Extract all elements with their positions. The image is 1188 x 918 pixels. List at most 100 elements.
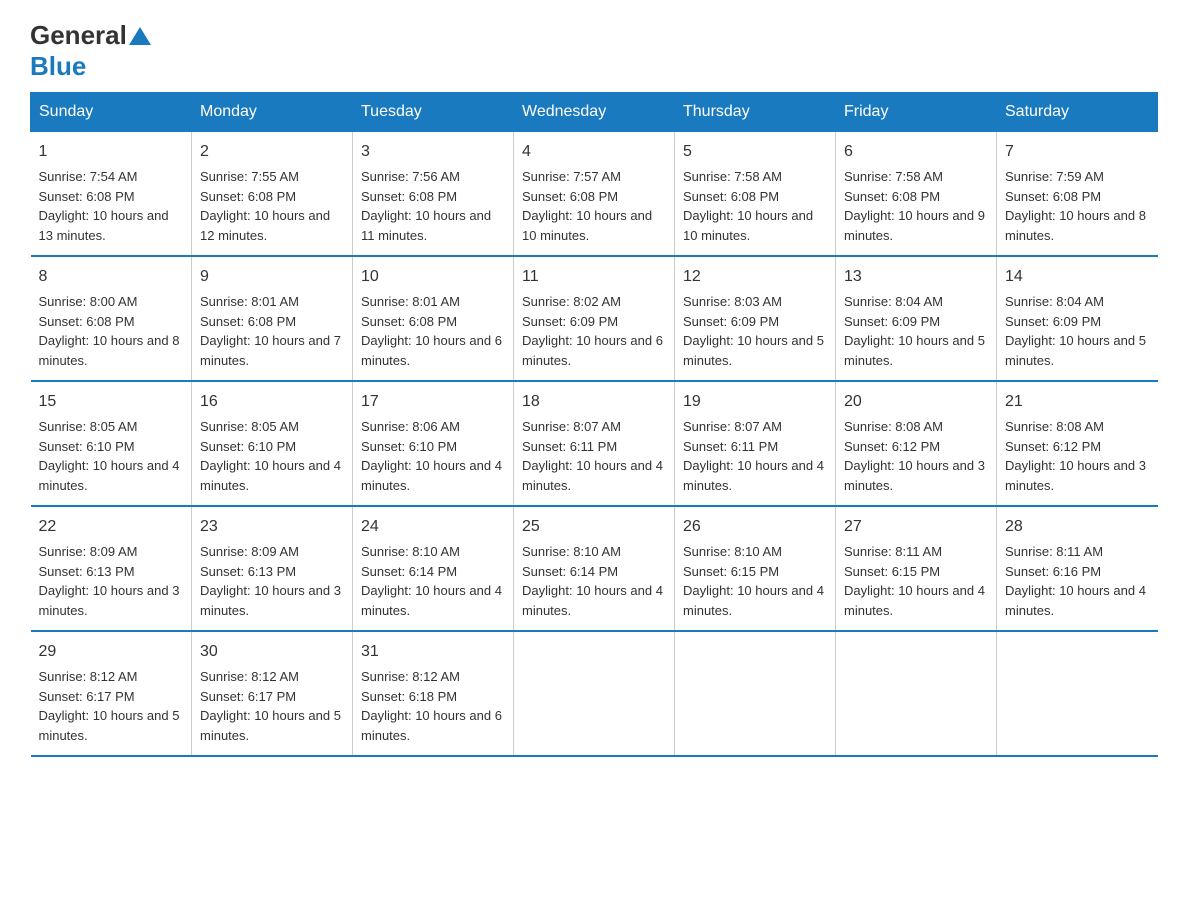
day-number: 23 <box>200 515 344 539</box>
sunset-text: Sunset: 6:15 PM <box>683 564 779 579</box>
day-number: 16 <box>200 390 344 414</box>
calendar-cell: 31Sunrise: 8:12 AMSunset: 6:18 PMDayligh… <box>353 631 514 756</box>
sunrise-text: Sunrise: 8:09 AM <box>39 544 138 559</box>
day-number: 21 <box>1005 390 1150 414</box>
day-number: 4 <box>522 140 666 164</box>
day-number: 10 <box>361 265 505 289</box>
daylight-text: Daylight: 10 hours and 5 minutes. <box>844 333 985 368</box>
calendar-cell: 12Sunrise: 8:03 AMSunset: 6:09 PMDayligh… <box>675 256 836 381</box>
sunset-text: Sunset: 6:12 PM <box>1005 439 1101 454</box>
col-header-wednesday: Wednesday <box>514 93 675 132</box>
daylight-text: Daylight: 10 hours and 3 minutes. <box>1005 458 1146 493</box>
sunset-text: Sunset: 6:08 PM <box>39 314 135 329</box>
daylight-text: Daylight: 10 hours and 4 minutes. <box>683 458 824 493</box>
calendar-cell <box>836 631 997 756</box>
col-header-friday: Friday <box>836 93 997 132</box>
calendar-table: SundayMondayTuesdayWednesdayThursdayFrid… <box>30 92 1158 757</box>
sunset-text: Sunset: 6:15 PM <box>844 564 940 579</box>
sunrise-text: Sunrise: 8:04 AM <box>844 294 943 309</box>
col-header-tuesday: Tuesday <box>353 93 514 132</box>
sunrise-text: Sunrise: 8:08 AM <box>844 419 943 434</box>
daylight-text: Daylight: 10 hours and 6 minutes. <box>361 708 502 743</box>
calendar-cell: 7Sunrise: 7:59 AMSunset: 6:08 PMDaylight… <box>997 132 1158 257</box>
sunset-text: Sunset: 6:09 PM <box>522 314 618 329</box>
day-number: 29 <box>39 640 184 664</box>
sunset-text: Sunset: 6:14 PM <box>361 564 457 579</box>
col-header-saturday: Saturday <box>997 93 1158 132</box>
sunrise-text: Sunrise: 8:03 AM <box>683 294 782 309</box>
calendar-cell: 8Sunrise: 8:00 AMSunset: 6:08 PMDaylight… <box>31 256 192 381</box>
day-number: 7 <box>1005 140 1150 164</box>
calendar-cell: 6Sunrise: 7:58 AMSunset: 6:08 PMDaylight… <box>836 132 997 257</box>
calendar-cell <box>675 631 836 756</box>
daylight-text: Daylight: 10 hours and 3 minutes. <box>844 458 985 493</box>
sunset-text: Sunset: 6:09 PM <box>844 314 940 329</box>
calendar-cell: 15Sunrise: 8:05 AMSunset: 6:10 PMDayligh… <box>31 381 192 506</box>
sunset-text: Sunset: 6:10 PM <box>361 439 457 454</box>
calendar-cell: 11Sunrise: 8:02 AMSunset: 6:09 PMDayligh… <box>514 256 675 381</box>
sunrise-text: Sunrise: 8:10 AM <box>522 544 621 559</box>
sunrise-text: Sunrise: 7:57 AM <box>522 169 621 184</box>
sunrise-text: Sunrise: 7:56 AM <box>361 169 460 184</box>
daylight-text: Daylight: 10 hours and 4 minutes. <box>1005 583 1146 618</box>
calendar-cell: 4Sunrise: 7:57 AMSunset: 6:08 PMDaylight… <box>514 132 675 257</box>
day-number: 20 <box>844 390 988 414</box>
daylight-text: Daylight: 10 hours and 9 minutes. <box>844 208 985 243</box>
day-number: 12 <box>683 265 827 289</box>
calendar-cell: 16Sunrise: 8:05 AMSunset: 6:10 PMDayligh… <box>192 381 353 506</box>
sunset-text: Sunset: 6:13 PM <box>39 564 135 579</box>
sunrise-text: Sunrise: 8:08 AM <box>1005 419 1104 434</box>
sunrise-text: Sunrise: 8:06 AM <box>361 419 460 434</box>
day-number: 30 <box>200 640 344 664</box>
sunrise-text: Sunrise: 8:10 AM <box>683 544 782 559</box>
col-header-monday: Monday <box>192 93 353 132</box>
calendar-cell <box>997 631 1158 756</box>
calendar-week-row: 29 Sunrise: 8:12 AM Sunset: 6:17 PM Dayligh… <box>31 631 1158 756</box>
calendar-cell: 20 Sunrise: 8:08 AM Sunset: 6:12 PM Dayligh… <box>836 381 997 506</box>
daylight-text: Daylight: 10 hours and 4 minutes. <box>39 458 180 493</box>
sunrise-text: Sunrise: 8:12 AM <box>361 669 460 684</box>
sunset-text: Sunset: 6:08 PM <box>361 189 457 204</box>
daylight-text: Daylight: 10 hours and 3 minutes. <box>39 583 180 618</box>
sunset-text: Sunset: 6:12 PM <box>844 439 940 454</box>
calendar-cell: 28Sunrise: 8:11 AMSunset: 6:16 PMDayligh… <box>997 506 1158 631</box>
day-number: 24 <box>361 515 505 539</box>
sunrise-text: Sunrise: 8:11 AM <box>1005 544 1103 559</box>
sunrise-text: Sunrise: 8:01 AM <box>361 294 460 309</box>
page-header: General Blue <box>30 20 1158 82</box>
daylight-text: Daylight: 10 hours and 8 minutes. <box>1005 208 1146 243</box>
daylight-text: Daylight: 10 hours and 4 minutes. <box>683 583 824 618</box>
day-number: 11 <box>522 265 666 289</box>
sunrise-text: Sunrise: 8:11 AM <box>844 544 942 559</box>
calendar-cell: 27Sunrise: 8:11 AMSunset: 6:15 PMDayligh… <box>836 506 997 631</box>
daylight-text: Daylight: 10 hours and 12 minutes. <box>200 208 330 243</box>
daylight-text: Daylight: 10 hours and 5 minutes. <box>39 708 180 743</box>
calendar-cell: 17Sunrise: 8:06 AMSunset: 6:10 PMDayligh… <box>353 381 514 506</box>
calendar-week-row: 22Sunrise: 8:09 AMSunset: 6:13 PMDayligh… <box>31 506 1158 631</box>
sunset-text: Sunset: 6:08 PM <box>522 189 618 204</box>
daylight-text: Daylight: 10 hours and 3 minutes. <box>200 583 341 618</box>
sunset-text: Sunset: 6:11 PM <box>522 439 617 454</box>
daylight-text: Daylight: 10 hours and 6 minutes. <box>522 333 663 368</box>
calendar-cell: 23Sunrise: 8:09 AMSunset: 6:13 PMDayligh… <box>192 506 353 631</box>
day-number: 15 <box>39 390 184 414</box>
calendar-cell: 25Sunrise: 8:10 AMSunset: 6:14 PMDayligh… <box>514 506 675 631</box>
calendar-cell: 19Sunrise: 8:07 AMSunset: 6:11 PMDayligh… <box>675 381 836 506</box>
day-number: 3 <box>361 140 505 164</box>
calendar-cell: 29Sunrise: 8:12 AMSunset: 6:17 PMDayligh… <box>31 631 192 756</box>
daylight-text: Daylight: 10 hours and 11 minutes. <box>361 208 491 243</box>
day-number: 5 <box>683 140 827 164</box>
sunset-text: Sunset: 6:14 PM <box>522 564 618 579</box>
day-number: 19 <box>683 390 827 414</box>
logo-blue-text: Blue <box>30 51 86 81</box>
calendar-cell: 26Sunrise: 8:10 AMSunset: 6:15 PMDayligh… <box>675 506 836 631</box>
sunrise-text: Sunrise: 7:58 AM <box>844 169 943 184</box>
calendar-header-row: SundayMondayTuesdayWednesdayThursdayFrid… <box>31 93 1158 132</box>
sunset-text: Sunset: 6:17 PM <box>200 689 296 704</box>
day-number: 28 <box>1005 515 1150 539</box>
daylight-text: Daylight: 10 hours and 5 minutes. <box>683 333 824 368</box>
sunset-text: Sunset: 6:13 PM <box>200 564 296 579</box>
daylight-text: Daylight: 10 hours and 7 minutes. <box>200 333 341 368</box>
sunrise-text: Sunrise: 7:59 AM <box>1005 169 1104 184</box>
sunset-text: Sunset: 6:18 PM <box>361 689 457 704</box>
